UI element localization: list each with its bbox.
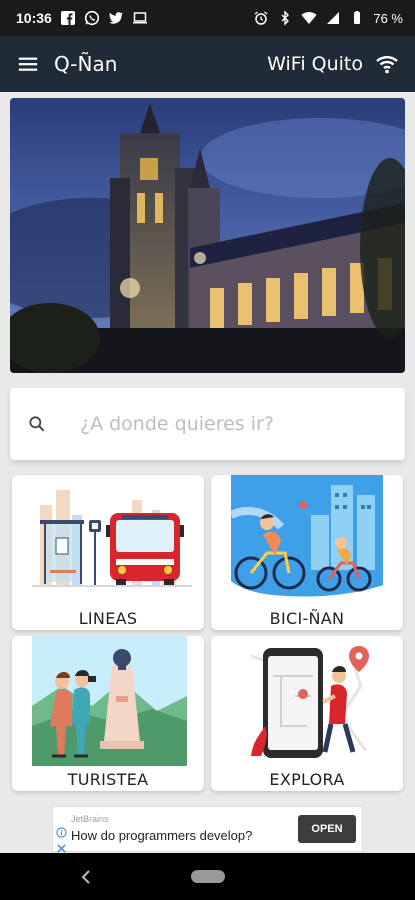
twitter-icon bbox=[108, 10, 124, 26]
basilica-hero-image bbox=[10, 98, 405, 373]
battery-percent: 76 % bbox=[373, 10, 403, 26]
alarm-icon bbox=[253, 10, 269, 26]
wifi-icon bbox=[301, 10, 317, 26]
signal-icon bbox=[325, 10, 341, 26]
card-explora-label: EXPLORA bbox=[269, 770, 345, 789]
whatsapp-icon bbox=[84, 10, 100, 26]
status-time: 10:36 bbox=[16, 10, 52, 26]
home-pill[interactable] bbox=[191, 870, 225, 883]
ad-open-button[interactable]: OPEN bbox=[298, 815, 356, 843]
bluetooth-icon bbox=[277, 10, 293, 26]
ad-brand: JetBrains bbox=[71, 814, 109, 824]
status-left: 10:36 bbox=[16, 10, 148, 26]
ad-close-icon[interactable] bbox=[56, 839, 67, 853]
card-bici-label: BICI-ÑAN bbox=[269, 609, 345, 628]
card-lineas[interactable]: LINEAS bbox=[12, 475, 204, 630]
ad-banner[interactable]: JetBrains How do programmers develop? OP… bbox=[52, 806, 363, 853]
back-chevron-icon[interactable] bbox=[76, 867, 96, 887]
ad-info-icon[interactable] bbox=[56, 823, 67, 838]
tourists-monument-illustration bbox=[12, 636, 204, 766]
search-bar[interactable] bbox=[10, 388, 405, 460]
search-icon[interactable] bbox=[26, 413, 48, 435]
app-bar: Q-Ñan WiFi Quito bbox=[0, 36, 415, 92]
menu-icon[interactable] bbox=[16, 52, 40, 76]
status-bar: 10:36 76 % bbox=[0, 0, 415, 36]
status-right: 76 % bbox=[253, 10, 403, 26]
battery-icon bbox=[349, 10, 365, 26]
map-phone-illustration bbox=[211, 636, 403, 766]
app-bar-left: Q-Ñan bbox=[16, 52, 117, 76]
cyclists-illustration bbox=[211, 475, 403, 605]
card-explora[interactable]: EXPLORA bbox=[211, 636, 403, 791]
app-bar-right: WiFi Quito bbox=[267, 52, 399, 76]
card-bici-nan[interactable]: BICI-ÑAN bbox=[211, 475, 403, 630]
card-lineas-label: LINEAS bbox=[78, 609, 138, 628]
bus-stop-illustration bbox=[12, 475, 204, 605]
wifi-icon[interactable] bbox=[375, 52, 399, 76]
laptop-icon bbox=[132, 10, 148, 26]
wifi-quito-label[interactable]: WiFi Quito bbox=[267, 53, 363, 75]
app-title: Q-Ñan bbox=[54, 52, 118, 76]
navigation-bar bbox=[0, 853, 415, 900]
search-input[interactable] bbox=[78, 412, 382, 436]
card-turistea[interactable]: TURISTEA bbox=[12, 636, 204, 791]
card-turistea-label: TURISTEA bbox=[67, 770, 149, 789]
ad-headline: How do programmers develop? bbox=[71, 828, 253, 843]
facebook-icon bbox=[60, 10, 76, 26]
